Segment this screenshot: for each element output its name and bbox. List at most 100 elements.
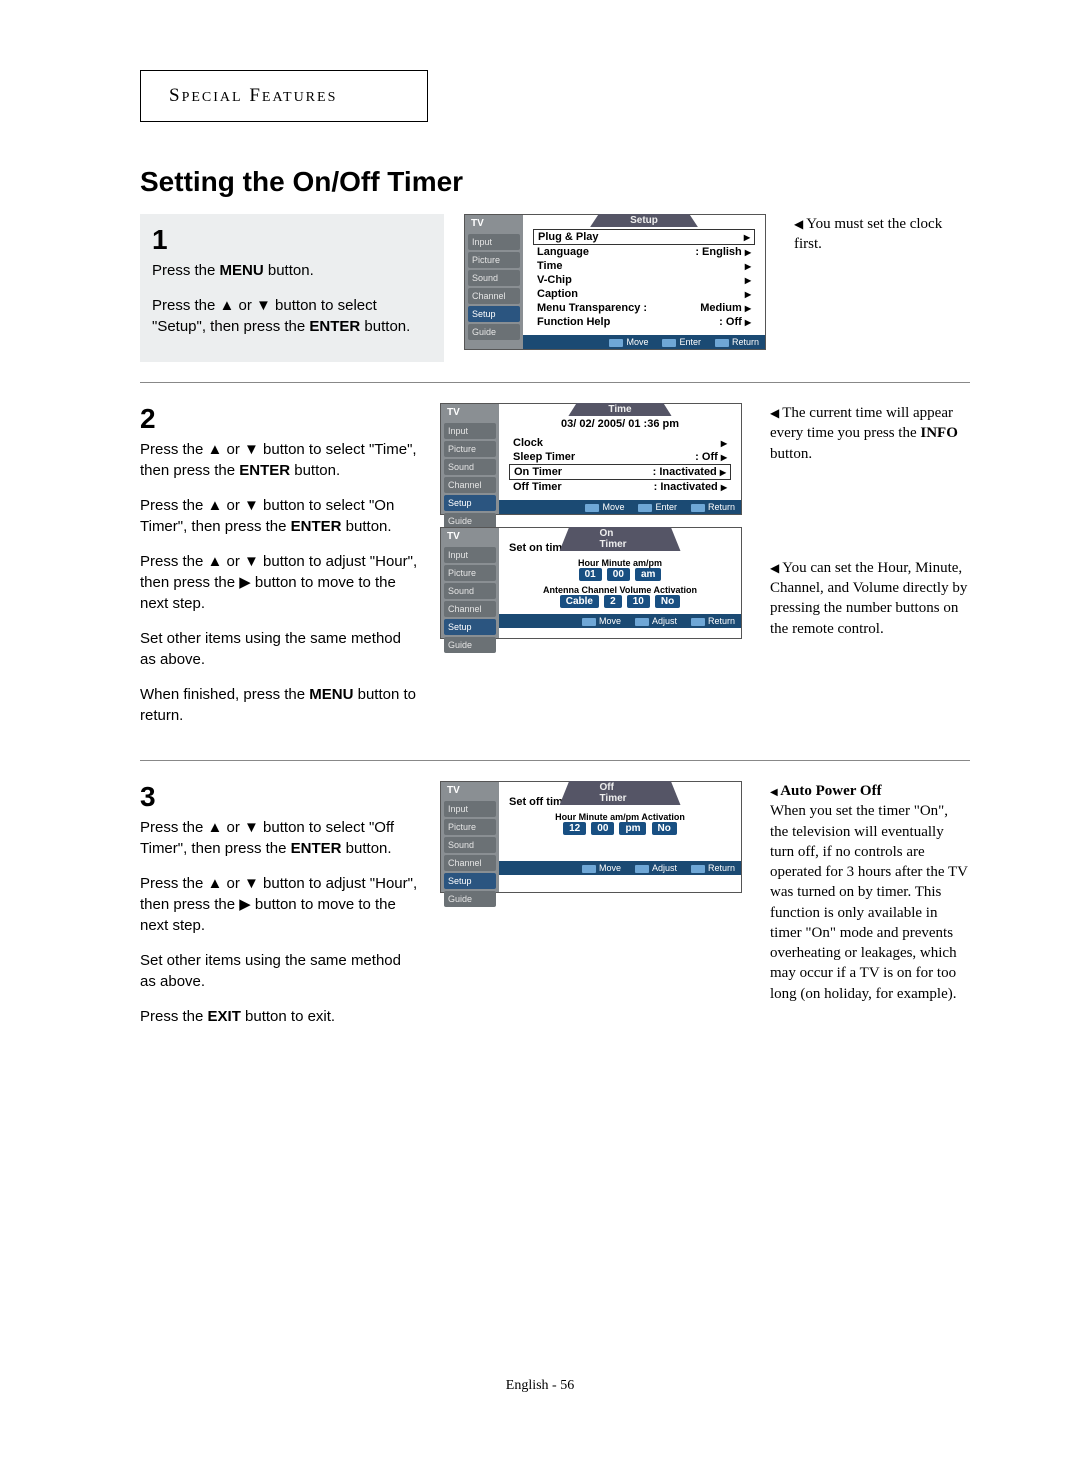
osd-time: TV Input Picture Sound Channel Setup Gui…: [440, 403, 742, 515]
note1: You must set the clock first.: [794, 214, 970, 255]
t: button.: [290, 462, 340, 479]
t: 01: [579, 568, 602, 581]
t: Adjust: [635, 616, 677, 626]
t: Press the ▲ or ▼ button to adjust "Hour"…: [140, 873, 420, 936]
t: Function Help: [537, 316, 610, 328]
osd-on-timer: TV Input Picture Sound Channel Setup Gui…: [440, 527, 742, 639]
osd-tab: Guide: [444, 637, 496, 653]
osd-tab: Channel: [468, 288, 520, 304]
osd-title: Time: [568, 403, 671, 416]
osd-tab: Input: [468, 234, 520, 250]
osd-tab: Picture: [444, 565, 496, 581]
t: : Off: [719, 316, 742, 328]
page-footer: English - 56: [0, 1378, 1080, 1394]
t: 00: [591, 822, 614, 835]
t: Enter: [662, 337, 701, 347]
t: button to exit.: [241, 1008, 335, 1025]
t: No: [652, 822, 677, 835]
t: button.: [264, 262, 314, 279]
t: Move: [609, 337, 648, 347]
t: Return: [691, 616, 735, 626]
t: Hour Minute am/pm: [509, 558, 731, 568]
osd-tab: Channel: [444, 601, 496, 617]
step1-instructions: 1 Press the MENU button. Press the ▲ or …: [140, 214, 444, 362]
t: Menu Transparency :: [537, 302, 647, 314]
chapter-w2a: F: [249, 85, 262, 106]
chapter-w1b: PECIAL: [182, 90, 243, 105]
t: Return: [691, 502, 735, 512]
step3-number: 3: [140, 781, 420, 813]
osd-off-timer: TV Input Picture Sound Channel Setup Gui…: [440, 781, 742, 893]
t: Move: [582, 863, 621, 873]
osd-tab: Guide: [444, 891, 496, 907]
t: : English: [695, 246, 741, 258]
osd-tab: Sound: [444, 837, 496, 853]
t: : Inactivated: [653, 466, 717, 478]
osd-tab: Setup: [444, 873, 496, 889]
t: Off Timer: [513, 481, 562, 493]
t: Set other items using the same method as…: [140, 628, 420, 670]
note2: The current time will appear every time …: [770, 403, 970, 464]
t: button.: [342, 840, 392, 857]
t: When finished, press the: [140, 686, 309, 703]
t: MENU: [309, 686, 353, 703]
osd-tab: Sound: [468, 270, 520, 286]
osd-tab: Sound: [444, 459, 496, 475]
osd-tab: Guide: [468, 324, 520, 340]
chapter-w2b: EATURES: [262, 90, 337, 105]
page-title: Setting the On/Off Timer: [140, 166, 970, 198]
chapter-w1a: S: [169, 85, 182, 106]
t: button.: [360, 318, 410, 335]
t: Antenna Channel Volume Activation: [509, 585, 731, 595]
t: button.: [770, 446, 812, 462]
osd-tab: Picture: [444, 819, 496, 835]
osd-date: 03/ 02/ 2005/ 01 :36 pm: [509, 418, 731, 430]
t: 12: [563, 822, 586, 835]
osd-tab: Picture: [468, 252, 520, 268]
t: No: [655, 595, 680, 608]
t: Press the ▲ or ▼ button to adjust "Hour"…: [140, 551, 420, 614]
t: pm: [619, 822, 646, 835]
t: : Off: [695, 451, 718, 463]
osd-tab: Input: [444, 547, 496, 563]
t: Move: [582, 616, 621, 626]
t: Enter: [638, 502, 677, 512]
t: V-Chip: [537, 274, 572, 286]
t: MENU: [220, 262, 264, 279]
step1-number: 1: [152, 224, 432, 256]
t: Set other items using the same method as…: [140, 950, 420, 992]
osd-tab: Setup: [444, 495, 496, 511]
t: Press the: [140, 1008, 208, 1025]
t: Clock: [513, 437, 543, 449]
t: ENTER: [291, 518, 342, 535]
step2-instructions: 2 Press the ▲ or ▼ button to select "Tim…: [140, 403, 420, 740]
t: ENTER: [239, 462, 290, 479]
osd-tab: Input: [444, 423, 496, 439]
t: 2: [604, 595, 622, 608]
t: Plug & Play: [538, 231, 599, 243]
t: ENTER: [291, 840, 342, 857]
step2-number: 2: [140, 403, 420, 435]
t: EXIT: [208, 1008, 241, 1025]
osd-title: On Timer: [560, 527, 681, 551]
t: 00: [607, 568, 630, 581]
osd-tab: Sound: [444, 583, 496, 599]
t: Adjust: [635, 863, 677, 873]
note3: You can set the Hour, Minute, Channel, a…: [770, 558, 970, 639]
t: Move: [585, 502, 624, 512]
note4: ◀ Auto Power Off When you set the timer …: [770, 781, 970, 1004]
t: Return: [691, 863, 735, 873]
t: Language: [537, 246, 589, 258]
osd-title: Setup: [590, 214, 698, 227]
step1-p1: Press the MENU button.: [152, 260, 432, 281]
t: 10: [627, 595, 650, 608]
t: Time: [537, 260, 562, 272]
t: Caption: [537, 288, 578, 300]
t: ENTER: [309, 318, 360, 335]
t: : Inactivated: [654, 481, 718, 493]
t: Cable: [560, 595, 599, 608]
step1-osd: TV Input Picture Sound Channel Setup Gui…: [464, 214, 774, 362]
t: INFO: [920, 425, 958, 441]
step3-instructions: 3 Press the ▲ or ▼ button to select "Off…: [140, 781, 420, 1041]
t: Return: [715, 337, 759, 347]
